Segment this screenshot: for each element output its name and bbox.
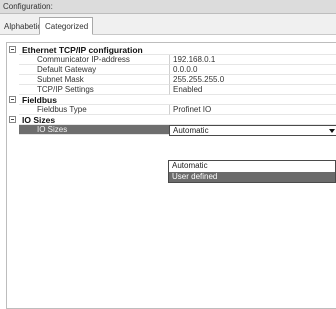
property-row-selected[interactable]: IO Sizes Automatic — [7, 125, 336, 136]
property-row[interactable]: Subnet Mask 255.255.255.0 — [7, 75, 336, 85]
collapse-minus-icon[interactable] — [9, 46, 16, 53]
tab-categorized[interactable]: Categorized — [39, 17, 94, 35]
property-row[interactable]: Fieldbus Type Profinet IO — [7, 105, 336, 115]
property-name: Subnet Mask — [19, 75, 169, 85]
property-value[interactable]: 192.168.0.1 — [169, 55, 336, 65]
category-label: Fieldbus — [19, 95, 169, 105]
property-name: Default Gateway — [19, 65, 169, 75]
property-value[interactable]: Profinet IO — [169, 105, 336, 115]
property-value[interactable]: Enabled — [169, 85, 336, 95]
category-label: IO Sizes — [19, 115, 169, 125]
property-name: IO Sizes — [19, 125, 169, 135]
collapse-minus-icon[interactable] — [9, 96, 16, 103]
category-fieldbus[interactable]: Fieldbus — [7, 95, 336, 105]
dropdown-option-automatic[interactable]: Automatic — [169, 161, 335, 171]
panel-title: Configuration: — [3, 2, 53, 11]
property-value[interactable]: 0.0.0.0 — [169, 65, 336, 75]
category-ethernet[interactable]: Ethernet TCP/IP configuration — [7, 45, 336, 55]
property-row[interactable]: TCP/IP Settings Enabled — [7, 85, 336, 95]
category-label: Ethernet TCP/IP configuration — [19, 45, 169, 55]
category-io-sizes[interactable]: IO Sizes — [7, 115, 336, 125]
property-name: Communicator IP-address — [19, 55, 169, 65]
dropdown-option-user-defined[interactable]: User defined — [169, 172, 335, 182]
io-sizes-dropdown-list: Automatic User defined — [168, 160, 336, 183]
dropdown-arrow-icon[interactable] — [329, 129, 335, 133]
property-name: Fieldbus Type — [19, 105, 169, 115]
property-value[interactable]: 255.255.255.0 — [169, 75, 336, 85]
io-sizes-combobox[interactable]: Automatic — [169, 125, 336, 136]
property-row[interactable]: Communicator IP-address 192.168.0.1 — [7, 55, 336, 65]
tab-alphabetic[interactable]: Alphabetic — [1, 19, 44, 35]
tab-strip: Alphabetic Categorized — [0, 14, 336, 35]
combobox-value: Automatic — [173, 126, 209, 135]
panel-title-bar: Configuration: — [0, 0, 336, 14]
property-name: TCP/IP Settings — [19, 85, 169, 95]
collapse-minus-icon[interactable] — [9, 116, 16, 123]
property-row[interactable]: Default Gateway 0.0.0.0 — [7, 65, 336, 75]
